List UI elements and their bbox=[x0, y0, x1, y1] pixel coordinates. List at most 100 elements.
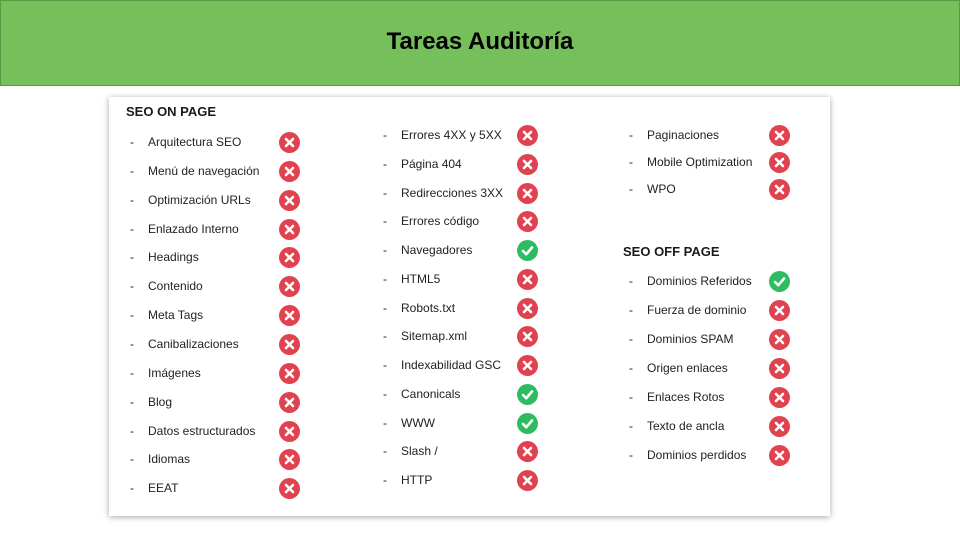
cross-icon bbox=[517, 441, 538, 463]
bullet-dash: - bbox=[383, 271, 387, 286]
cross-icon bbox=[517, 211, 538, 233]
bullet-dash: - bbox=[383, 444, 387, 459]
item-label: Redirecciones 3XX bbox=[401, 185, 504, 200]
item-label: Sitemap.xml bbox=[401, 329, 468, 344]
item-label: Meta Tags bbox=[148, 308, 204, 323]
item-label: WWW bbox=[401, 415, 435, 430]
bullet-dash: - bbox=[130, 336, 134, 351]
cross-icon bbox=[769, 152, 790, 173]
item-label: Blog bbox=[148, 394, 173, 409]
cross-icon bbox=[279, 218, 300, 240]
bullet-dash: - bbox=[629, 155, 633, 169]
item-label: Errores código bbox=[401, 214, 480, 229]
item-label: Canonicals bbox=[401, 386, 461, 401]
list-item: - WWW bbox=[383, 412, 435, 434]
check-icon bbox=[517, 383, 538, 405]
item-label: Datos estructurados bbox=[148, 423, 256, 438]
cross-icon bbox=[279, 449, 300, 471]
cross-icon bbox=[279, 478, 300, 500]
bullet-dash: - bbox=[383, 415, 387, 430]
bullet-dash: - bbox=[383, 156, 387, 171]
list-item: - Redirecciones 3XX bbox=[383, 182, 503, 204]
bullet-dash: - bbox=[383, 185, 387, 200]
bullet-dash: - bbox=[130, 221, 134, 236]
list-item: - Indexabilidad GSC bbox=[383, 354, 501, 376]
bullet-dash: - bbox=[629, 128, 633, 142]
cross-icon bbox=[517, 125, 538, 146]
cross-icon bbox=[517, 297, 538, 319]
list-item: - Datos estructurados bbox=[130, 420, 255, 442]
bullet-dash: - bbox=[130, 192, 134, 207]
list-item: - Canibalizaciones bbox=[130, 333, 239, 355]
bullet-dash: - bbox=[629, 361, 633, 375]
item-label: Dominios perdidos bbox=[647, 448, 747, 462]
bullet-dash: - bbox=[130, 394, 134, 409]
item-label: Menú de navegación bbox=[148, 163, 260, 178]
item-label: HTTP bbox=[401, 473, 433, 487]
list-item: - Fuerza de dominio bbox=[629, 299, 746, 321]
cross-icon bbox=[769, 416, 790, 437]
cross-icon bbox=[279, 276, 300, 298]
item-label: Headings bbox=[148, 250, 199, 265]
cross-icon bbox=[279, 160, 300, 182]
item-label: Contenido bbox=[148, 279, 203, 294]
item-label: Canibalizaciones bbox=[148, 336, 239, 351]
item-label: Enlazado Interno bbox=[148, 221, 239, 236]
item-label: WPO bbox=[647, 182, 676, 196]
cross-icon bbox=[769, 300, 790, 321]
cross-icon bbox=[517, 355, 538, 376]
cross-icon bbox=[279, 391, 300, 413]
seo-on-page-heading: SEO ON PAGE bbox=[126, 104, 217, 119]
item-label: Dominios Referidos bbox=[647, 274, 752, 288]
bullet-dash: - bbox=[130, 163, 134, 178]
list-item: - Página 404 bbox=[383, 153, 462, 175]
cross-icon bbox=[769, 329, 790, 350]
list-item: - HTML5 bbox=[383, 268, 440, 290]
list-item: - Sitemap.xml bbox=[383, 325, 467, 347]
list-item: - Robots.txt bbox=[383, 297, 455, 319]
cross-icon bbox=[279, 247, 300, 269]
list-item: - Slash / bbox=[383, 440, 438, 462]
list-item: - Meta Tags bbox=[130, 304, 203, 326]
list-item: - Menú de navegación bbox=[130, 160, 259, 182]
bullet-dash: - bbox=[629, 419, 633, 433]
item-label: Arquitectura SEO bbox=[148, 135, 242, 149]
bullet-dash: - bbox=[383, 243, 387, 257]
item-label: Página 404 bbox=[401, 156, 462, 171]
list-item: - Texto de ancla bbox=[629, 415, 724, 437]
item-label: Dominios SPAM bbox=[647, 332, 734, 346]
item-label: Imágenes bbox=[148, 365, 201, 380]
item-label: Navegadores bbox=[401, 243, 473, 257]
list-item: - Headings bbox=[130, 246, 199, 268]
list-item: - Origen enlaces bbox=[629, 357, 728, 379]
cross-icon bbox=[279, 420, 300, 442]
item-label: Robots.txt bbox=[401, 300, 456, 315]
cross-icon bbox=[517, 326, 538, 348]
item-label: Indexabilidad GSC bbox=[401, 358, 502, 372]
item-label: Optimización URLs bbox=[148, 192, 251, 207]
bullet-dash: - bbox=[629, 182, 633, 196]
list-item: - Dominios perdidos bbox=[629, 444, 746, 466]
list-item: - Arquitectura SEO bbox=[130, 131, 241, 153]
cross-icon bbox=[279, 189, 300, 211]
list-item: - WPO bbox=[629, 178, 676, 200]
cross-icon bbox=[279, 132, 300, 153]
bullet-dash: - bbox=[130, 135, 134, 149]
cross-icon bbox=[769, 445, 790, 466]
item-label: Errores 4XX y 5XX bbox=[401, 128, 502, 142]
list-item: - Contenido bbox=[130, 275, 203, 297]
bullet-dash: - bbox=[383, 128, 387, 142]
check-icon bbox=[769, 271, 790, 292]
bullet-dash: - bbox=[629, 274, 633, 288]
bullet-dash: - bbox=[383, 473, 387, 487]
bullet-dash: - bbox=[130, 423, 134, 438]
bullet-dash: - bbox=[130, 452, 134, 467]
bullet-dash: - bbox=[629, 303, 633, 317]
list-item: - Imágenes bbox=[130, 362, 201, 384]
check-icon bbox=[517, 412, 538, 434]
item-label: Origen enlaces bbox=[647, 361, 728, 375]
bullet-dash: - bbox=[629, 390, 633, 404]
cross-icon bbox=[769, 125, 790, 146]
item-label: Slash / bbox=[401, 444, 438, 459]
list-item: - Paginaciones bbox=[629, 124, 719, 146]
